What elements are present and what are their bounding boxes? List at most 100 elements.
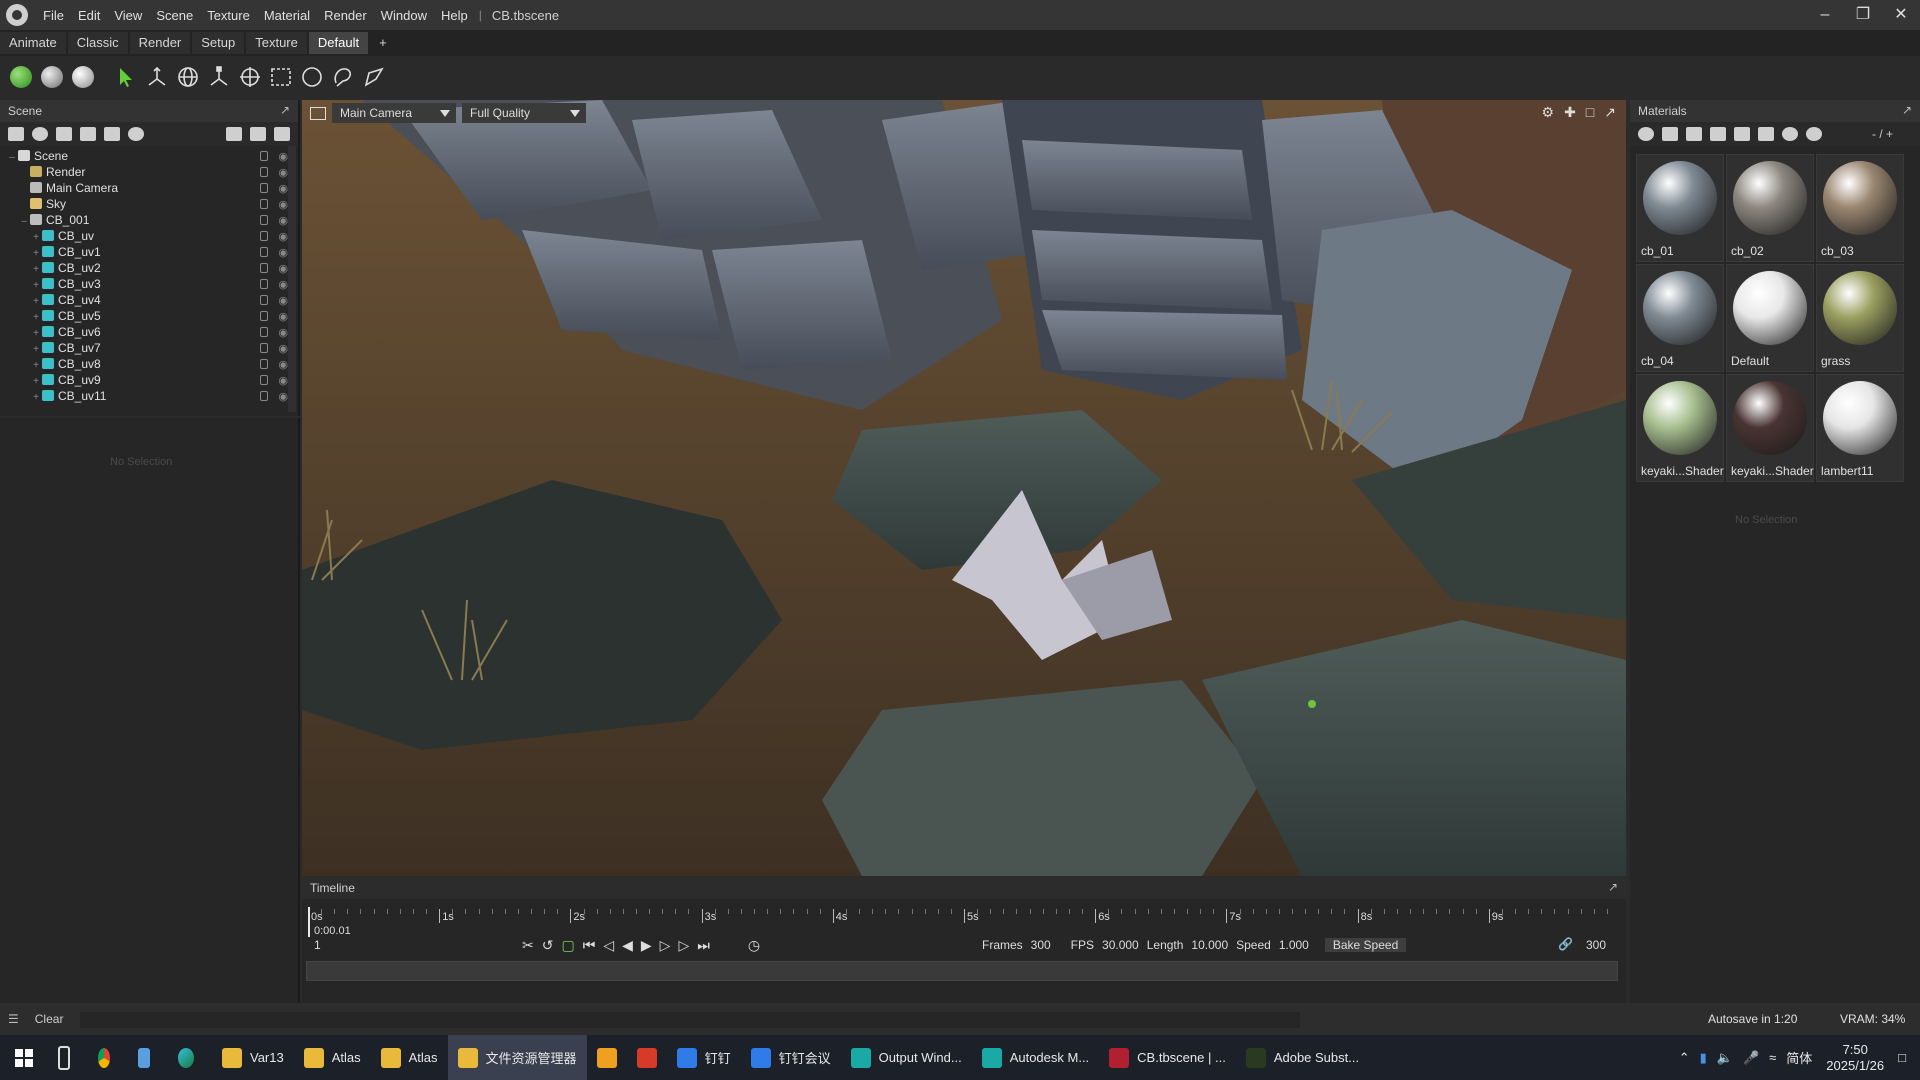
play-icon[interactable]: ▶ xyxy=(641,937,652,954)
lock-icon[interactable] xyxy=(260,327,268,337)
clock[interactable]: 7:50 2025/1/26 xyxy=(1826,1042,1884,1074)
ime-indicator[interactable]: 简体 xyxy=(1786,1048,1812,1067)
lock-icon[interactable] xyxy=(260,375,268,385)
sphere-gray-icon[interactable] xyxy=(37,62,67,92)
lock-icon[interactable] xyxy=(260,391,268,401)
scissors-icon[interactable]: ✂ xyxy=(522,937,534,954)
material-thumbnail[interactable]: grass xyxy=(1816,264,1904,372)
tray-chevron-icon[interactable]: ⌃ xyxy=(1679,1050,1690,1066)
zoom-counter[interactable]: - / + xyxy=(1872,127,1893,141)
playhead[interactable] xyxy=(308,907,310,937)
folder-icon[interactable] xyxy=(226,127,242,141)
task-view-icon[interactable] xyxy=(48,1035,88,1080)
tree-item[interactable]: + CB_uv7 ◉ xyxy=(0,340,298,356)
transform-icon[interactable] xyxy=(235,62,265,92)
repeat-icon[interactable]: ▢ xyxy=(561,937,574,954)
current-frame-input[interactable]: 1 xyxy=(314,938,321,952)
menu-file[interactable]: File xyxy=(36,8,71,23)
sort-icon[interactable] xyxy=(1806,127,1822,141)
material-thumbnail[interactable]: cb_03 xyxy=(1816,154,1904,262)
tree-item[interactable]: – Scene ◉ xyxy=(0,148,298,164)
tree-item[interactable]: + CB_uv5 ◉ xyxy=(0,308,298,324)
material-thumbnail[interactable]: cb_02 xyxy=(1726,154,1814,262)
taskbar-app[interactable] xyxy=(627,1035,667,1080)
material-thumbnail[interactable]: Default xyxy=(1726,264,1814,372)
sphere-green-icon[interactable] xyxy=(6,62,36,92)
app-icon[interactable] xyxy=(128,1035,168,1080)
camera-icon[interactable] xyxy=(310,106,326,120)
timeline-ruler[interactable]: 0s 1s 2s 3s 4s 5s 6s 7s 8s 9s 0:00.01 xyxy=(306,907,1618,937)
lock-icon[interactable] xyxy=(260,183,268,193)
visibility-icon[interactable]: ◉ xyxy=(278,277,288,293)
length-input[interactable]: 10.000 xyxy=(1191,938,1228,952)
taskbar-app[interactable]: Output Wind... xyxy=(841,1035,972,1080)
tree-item[interactable]: Main Camera ◉ xyxy=(0,180,298,196)
maximize-icon[interactable]: □ xyxy=(1586,104,1594,121)
bake-speed-button[interactable]: Bake Speed xyxy=(1324,938,1407,952)
clear-button[interactable]: Clear xyxy=(35,1012,64,1026)
tab-texture[interactable]: Texture xyxy=(246,32,307,54)
skip-end-icon[interactable]: ⏭ xyxy=(697,937,710,954)
tab-render[interactable]: Render xyxy=(129,32,191,54)
tree-item[interactable]: + CB_uv4 ◉ xyxy=(0,292,298,308)
add-object-icon[interactable] xyxy=(8,127,24,141)
circle-select-icon[interactable] xyxy=(297,62,327,92)
lock-icon[interactable] xyxy=(260,199,268,209)
visibility-icon[interactable]: ◉ xyxy=(278,165,288,181)
menu-material[interactable]: Material xyxy=(257,8,317,23)
visibility-icon[interactable]: ◉ xyxy=(278,213,288,229)
material-thumbnail[interactable]: keyaki...Shader xyxy=(1726,374,1814,482)
scene-scrollbar[interactable] xyxy=(288,146,296,412)
tree-item[interactable]: + CB_uv6 ◉ xyxy=(0,324,298,340)
tree-item[interactable]: + CB_uv8 ◉ xyxy=(0,356,298,372)
lock-icon[interactable] xyxy=(260,151,268,161)
start-button[interactable] xyxy=(0,1035,48,1080)
lock-icon[interactable] xyxy=(260,247,268,257)
material-thumbnail[interactable]: cb_04 xyxy=(1636,264,1724,372)
speed-icon[interactable]: ◷ xyxy=(748,937,760,954)
taskbar-app[interactable]: CB.tbscene | ... xyxy=(1099,1035,1236,1080)
taskbar-app[interactable]: Var13 xyxy=(212,1035,294,1080)
quality-select[interactable]: Full Quality xyxy=(462,103,586,123)
trash-icon[interactable] xyxy=(274,127,290,141)
fps-input[interactable]: 30.000 xyxy=(1102,938,1139,952)
taskbar-app[interactable]: Atlas xyxy=(294,1035,371,1080)
notification-icon[interactable]: □ xyxy=(1898,1050,1906,1065)
tab-default[interactable]: Default xyxy=(308,32,369,54)
menu-scene[interactable]: Scene xyxy=(149,8,200,23)
gear-icon[interactable]: ⚙ xyxy=(1542,104,1555,121)
mic-icon[interactable]: 🎤 xyxy=(1743,1050,1759,1066)
skip-start-icon[interactable]: ⏮ xyxy=(583,937,596,954)
taskbar-app[interactable]: 文件资源管理器 xyxy=(447,1035,587,1080)
duplicate-icon[interactable] xyxy=(250,127,266,141)
menu-edit[interactable]: Edit xyxy=(71,8,107,23)
close-icon[interactable]: ✕ xyxy=(1882,0,1920,30)
tree-item[interactable]: + CB_uv9 ◉ xyxy=(0,372,298,388)
tree-item[interactable]: + CB_uv ◉ xyxy=(0,228,298,244)
tree-item[interactable]: + CB_uv1 ◉ xyxy=(0,244,298,260)
volume-icon[interactable]: 🔈 xyxy=(1717,1050,1733,1066)
assign-icon[interactable] xyxy=(1758,127,1774,141)
minimize-icon[interactable]: – xyxy=(1806,0,1844,30)
material-thumbnail[interactable]: cb_01 xyxy=(1636,154,1724,262)
speed-input[interactable]: 1.000 xyxy=(1279,938,1309,952)
visibility-icon[interactable]: ◉ xyxy=(278,325,288,341)
menu-texture[interactable]: Texture xyxy=(200,8,257,23)
lock-icon[interactable] xyxy=(260,343,268,353)
chrome-icon[interactable] xyxy=(88,1035,128,1080)
step-forward-icon[interactable]: ▷ xyxy=(660,937,671,954)
taskbar-app[interactable]: Autodesk M... xyxy=(972,1035,1099,1080)
timeline-track[interactable] xyxy=(306,961,1618,981)
visibility-icon[interactable]: ◉ xyxy=(278,389,288,405)
menu-view[interactable]: View xyxy=(107,8,149,23)
lock-icon[interactable] xyxy=(260,263,268,273)
tab-animate[interactable]: Animate xyxy=(0,32,66,54)
bluetooth-icon[interactable]: ▮ xyxy=(1700,1050,1707,1066)
next-key-icon[interactable]: ▷ xyxy=(678,937,689,954)
paint-select-icon[interactable] xyxy=(359,62,389,92)
taskbar-app[interactable]: 钉钉会议 xyxy=(741,1035,841,1080)
rect-select-icon[interactable] xyxy=(266,62,296,92)
material-thumbnail[interactable]: keyaki...Shader xyxy=(1636,374,1724,482)
popout-icon[interactable]: ↗ xyxy=(1902,103,1912,117)
trash-icon[interactable] xyxy=(1734,127,1750,141)
